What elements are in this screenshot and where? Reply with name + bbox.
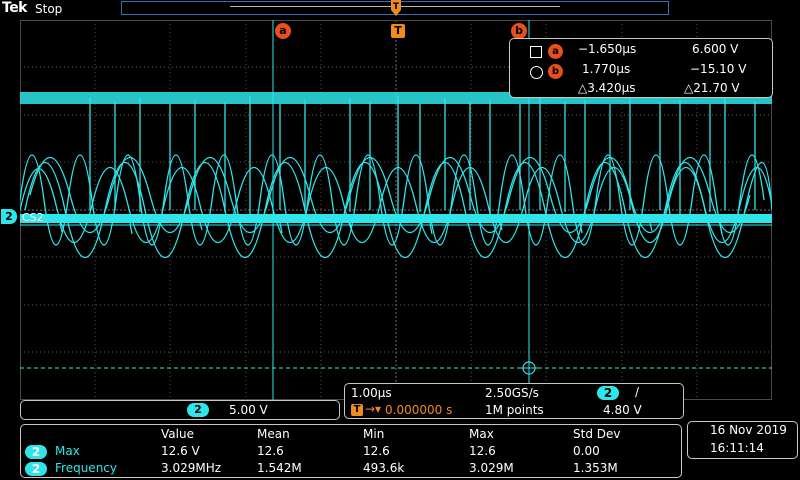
sample-rate-value: 2.50GS/s [485, 386, 539, 400]
measurement-row-max: 3.029M [469, 461, 514, 475]
measurement-row-channel-badge: 2 [25, 445, 47, 459]
measurement-row-name: Frequency [55, 461, 117, 475]
measurement-header-value: Value [161, 427, 194, 441]
run-state-label[interactable]: Stop [35, 2, 62, 16]
cursor-a-readout-row: a −1.650µs 6.600 V [510, 42, 772, 60]
cursor-b-time: 1.770µs [582, 62, 631, 76]
measurement-header-max: Max [469, 427, 494, 441]
measurement-row-stddev: 0.00 [573, 444, 600, 458]
measurement-row-max: 12.6 [469, 444, 496, 458]
cursor-a-time: −1.650µs [578, 42, 637, 56]
trigger-source-badge: 2 [597, 386, 619, 400]
vertical-scale-panel[interactable]: 2 5.00 V [20, 400, 340, 420]
square-cursor-icon [530, 46, 542, 58]
measurement-row-mean: 12.6 [257, 444, 284, 458]
cursor-delta-readout-row: △3.420µs △21.70 V [510, 81, 772, 99]
measurements-panel[interactable]: Value Mean Min Max Std Dev 2 Max 12.6 V … [20, 424, 682, 478]
cursor-a-marker[interactable]: a [275, 23, 291, 39]
measurement-row-min: 493.6k [363, 461, 405, 475]
channel-2-ground-marker[interactable]: 2 [1, 209, 17, 224]
measurement-row-min: 12.6 [363, 444, 390, 458]
cursor-delta-voltage: △21.70 V [684, 81, 740, 95]
measurement-header-min: Min [363, 427, 385, 441]
datetime-panel[interactable]: 16 Nov 2019 16:11:14 [687, 421, 798, 459]
trigger-level-value: 4.80 V [603, 403, 642, 417]
cursor-b-voltage: −15.10 V [690, 62, 747, 76]
measurement-header-mean: Mean [257, 427, 290, 441]
date-value: 16 Nov 2019 [710, 423, 787, 437]
trigger-position-value: 0.000000 s [385, 403, 453, 417]
trigger-position-marker[interactable]: T [390, 0, 402, 18]
top-status-bar: Tek Stop T [0, 0, 800, 18]
measurement-row-channel-badge: 2 [25, 462, 47, 476]
measurement-header-stddev: Std Dev [573, 427, 621, 441]
cursor-a-badge: a [548, 44, 563, 59]
measurement-row-value: 12.6 V [161, 444, 200, 458]
cursor-b-badge: b [548, 64, 563, 79]
trigger-position-icon: T [351, 404, 363, 416]
cursor-delta-time: △3.420µs [578, 81, 636, 95]
trigger-slope-icon: / [635, 385, 640, 399]
brand-logo: Tek [2, 0, 28, 16]
measurement-row-name: Max [55, 444, 80, 458]
measurement-row-mean: 1.542M [257, 461, 302, 475]
cursor-a-voltage: 6.600 V [692, 42, 739, 56]
trigger-arrow-icon: →▾ [365, 402, 382, 416]
vertical-scale-value: 5.00 V [229, 403, 268, 417]
trigger-marker[interactable]: T [391, 24, 405, 38]
vertical-channel-badge: 2 [187, 403, 209, 417]
cursor-readout-panel[interactable]: a −1.650µs 6.600 V b 1.770µs −15.10 V △3… [509, 38, 773, 98]
horizontal-trigger-panel[interactable]: 1.00µs 2.50GS/s 2 / T →▾ 0.000000 s 1M p… [344, 383, 684, 419]
time-value: 16:11:14 [710, 441, 764, 455]
measurement-row-stddev: 1.353M [573, 461, 618, 475]
timebase-value: 1.00µs [351, 386, 392, 400]
channel-2-label: CS2 [22, 211, 44, 224]
svg-text:T: T [393, 2, 400, 12]
circle-cursor-icon [530, 66, 543, 79]
measurement-row-value: 3.029MHz [161, 461, 222, 475]
record-length-value: 1M points [485, 403, 544, 417]
cursor-b-marker[interactable]: b [511, 23, 527, 39]
cursor-b-readout-row: b 1.770µs −15.10 V [510, 62, 772, 80]
